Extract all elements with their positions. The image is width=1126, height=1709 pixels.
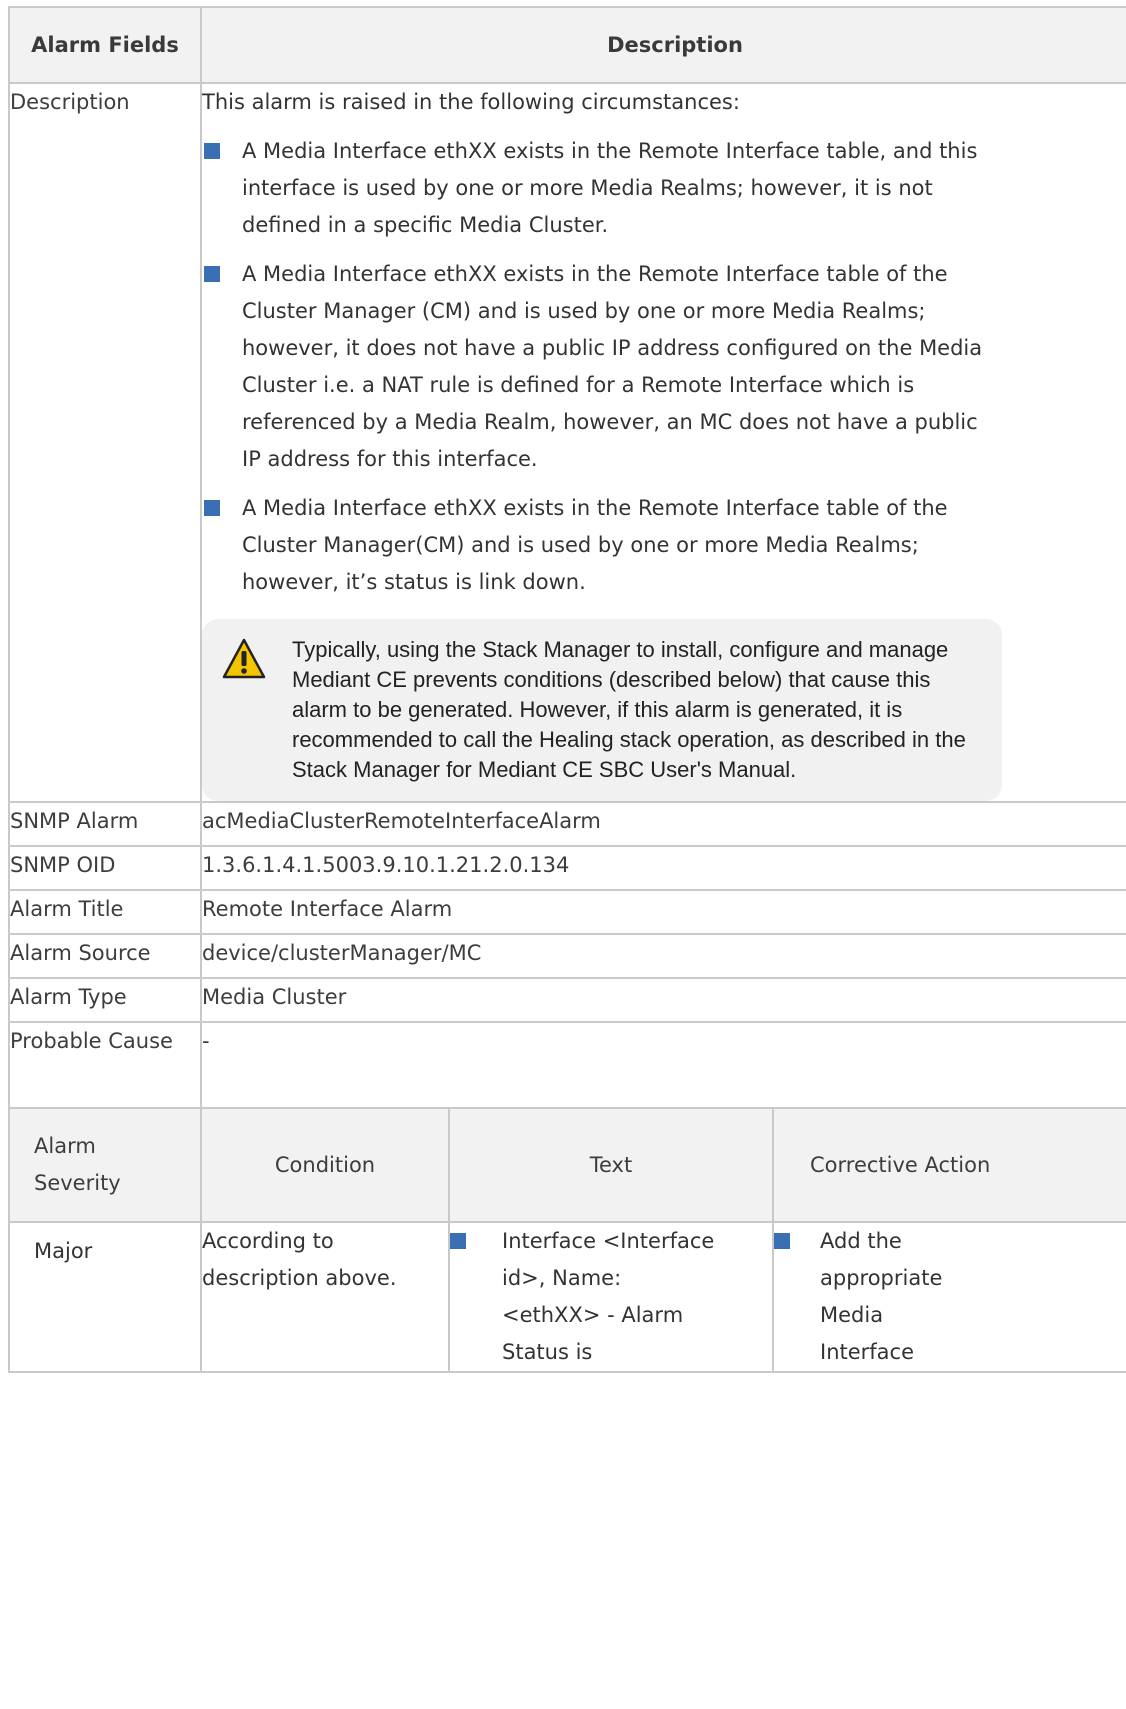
field-label: Probable Cause xyxy=(8,1021,202,1109)
description-intro: This alarm is raised in the following ci… xyxy=(202,90,740,114)
table-row: Alarm Title Remote Interface Alarm xyxy=(8,889,1126,935)
header-alarm-fields: Alarm Fields xyxy=(8,6,202,84)
severity-header-severity: Alarm Severity xyxy=(8,1107,202,1223)
severity-header-condition: Condition xyxy=(200,1107,450,1223)
severity-header-row: Alarm Severity Condition Text Corrective… xyxy=(8,1107,1126,1223)
field-label: SNMP Alarm xyxy=(8,801,202,847)
bullet-text: Add the appropriate Media Interface xyxy=(820,1229,943,1364)
severity-header-action: Corrective Action xyxy=(771,1107,1126,1223)
alarm-table: Alarm Fields Description Description Thi… xyxy=(8,6,1126,1373)
bullet-square-icon xyxy=(774,1233,790,1249)
field-description: Description xyxy=(8,82,202,803)
alarm-doc-page: Alarm Fields Description Description Thi… xyxy=(0,0,1126,1709)
bullet-square-icon xyxy=(204,266,220,282)
bullet-text: A Media Interface ethXX exists in the Re… xyxy=(242,139,978,237)
list-item: A Media Interface ethXX exists in the Re… xyxy=(202,133,1002,244)
condition-text: According to description above. xyxy=(202,1229,397,1290)
list-item: A Media Interface ethXX exists in the Re… xyxy=(202,256,1002,478)
list-item: A Media Interface ethXX exists in the Re… xyxy=(202,490,1002,601)
field-value: Media Cluster xyxy=(199,977,1126,1023)
warning-triangle-icon xyxy=(222,638,266,679)
field-value: device/clusterManager/MC xyxy=(199,933,1126,979)
field-value: - xyxy=(199,1021,1126,1109)
bullet-square-icon xyxy=(204,143,220,159)
field-label: Alarm Type xyxy=(8,977,202,1023)
severity-text: Interface <Interface id>, Name: <ethXX> … xyxy=(448,1221,774,1373)
field-value: Remote Interface Alarm xyxy=(199,889,1126,935)
description-cell: This alarm is raised in the following ci… xyxy=(199,82,1126,803)
bullet-square-icon xyxy=(204,500,220,516)
list-item: Add the appropriate Media Interface xyxy=(774,1223,980,1371)
table-row: Probable Cause - xyxy=(8,1021,1126,1109)
table-row: Alarm Source device/clusterManager/MC xyxy=(8,933,1126,979)
table-row: SNMP Alarm acMediaClusterRemoteInterface… xyxy=(8,801,1126,847)
field-label: Alarm Source xyxy=(8,933,202,979)
bullet-text: Interface <Interface id>, Name: <ethXX> … xyxy=(502,1229,715,1364)
description-row: Description This alarm is raised in the … xyxy=(8,82,1126,803)
bullet-text: A Media Interface ethXX exists in the Re… xyxy=(242,262,983,471)
severity-action: Add the appropriate Media Interface xyxy=(771,1221,1126,1373)
field-label: Alarm Title xyxy=(8,889,202,935)
field-value: 1.3.6.1.4.1.5003.9.10.1.21.2.0.134 xyxy=(199,845,1126,891)
severity-row: Major According to description above. In… xyxy=(8,1221,1126,1373)
note-text: Typically, using the Stack Manager to in… xyxy=(292,637,966,782)
list-item: Interface <Interface id>, Name: <ethXX> … xyxy=(450,1223,722,1371)
warning-note: Typically, using the Stack Manager to in… xyxy=(202,619,1002,801)
severity-header-text: Text xyxy=(448,1107,774,1223)
table-header-row: Alarm Fields Description xyxy=(8,6,1126,84)
severity-condition: According to description above. xyxy=(200,1221,450,1373)
field-label: SNMP OID xyxy=(8,845,202,891)
table-row: SNMP OID 1.3.6.1.4.1.5003.9.10.1.21.2.0.… xyxy=(8,845,1126,891)
header-description: Description xyxy=(199,6,1126,84)
table-row: Alarm Type Media Cluster xyxy=(8,977,1126,1023)
severity-level: Major xyxy=(8,1221,202,1373)
bullet-square-icon xyxy=(450,1233,466,1249)
bullet-text: A Media Interface ethXX exists in the Re… xyxy=(242,496,948,594)
field-value: acMediaClusterRemoteInterfaceAlarm xyxy=(199,801,1126,847)
